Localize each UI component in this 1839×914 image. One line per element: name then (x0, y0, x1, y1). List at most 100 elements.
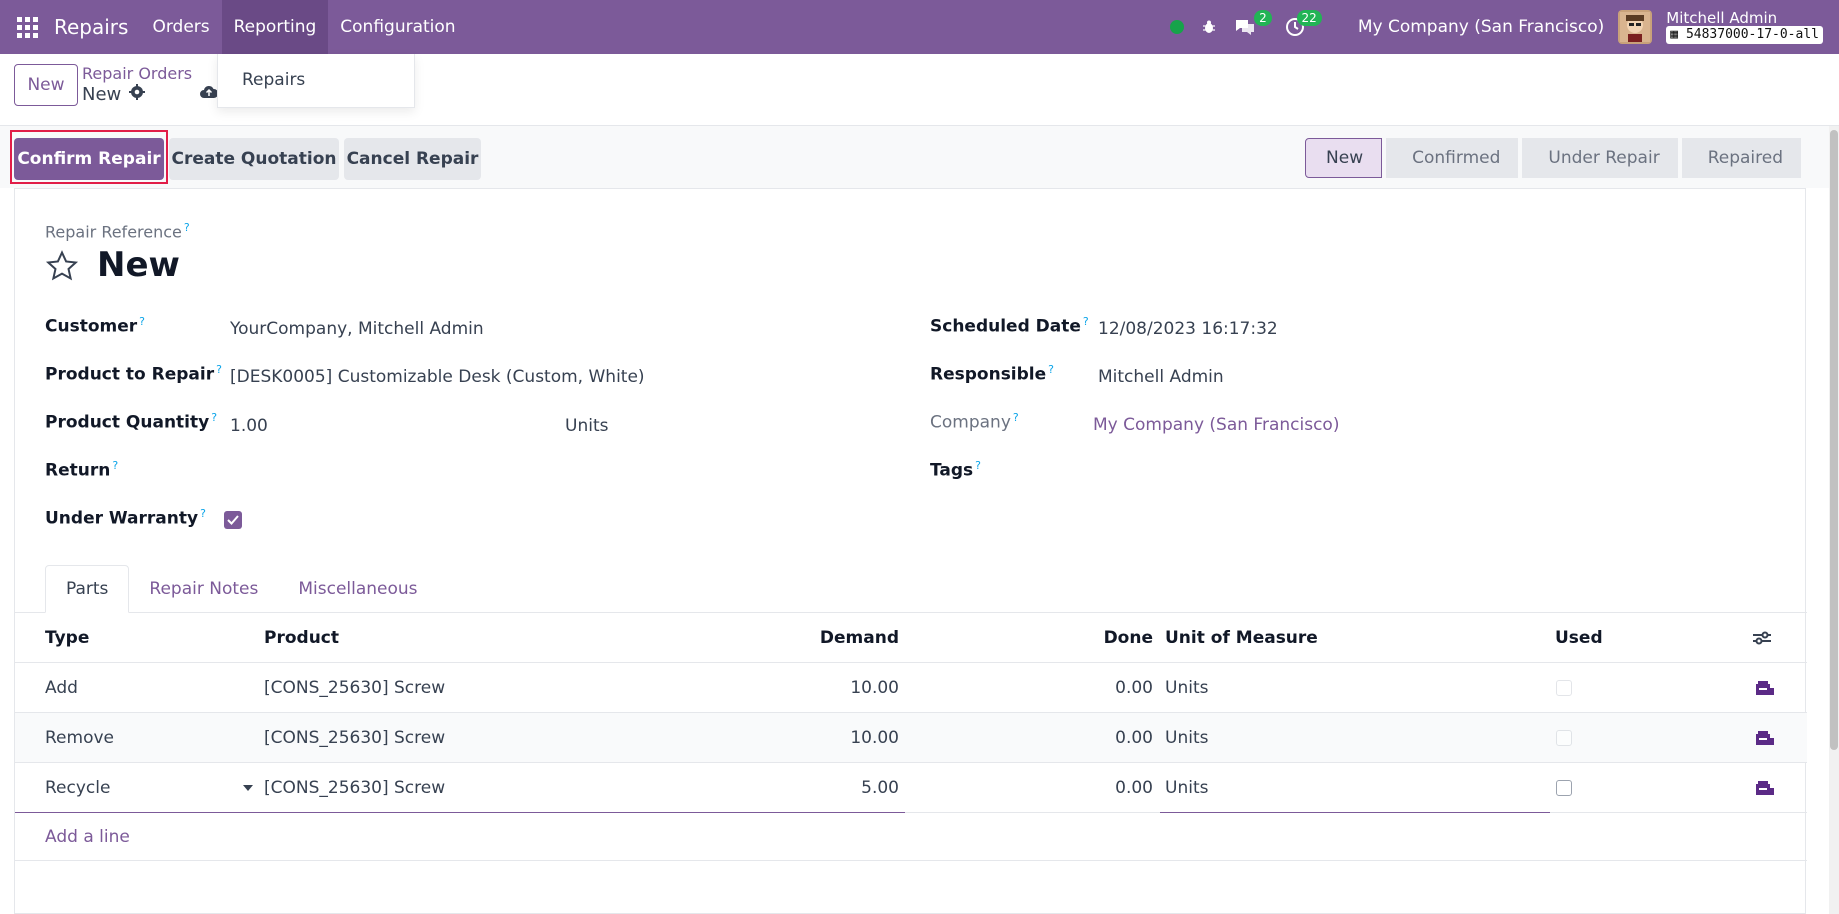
responsible-label-text: Responsible (930, 364, 1047, 385)
chat-icon[interactable]: 2 (1234, 10, 1272, 38)
product-quantity-field[interactable]: 1.00 (230, 416, 268, 436)
forecast-report-icon[interactable] (1755, 713, 1775, 763)
col-type[interactable]: Type (45, 613, 89, 663)
responsible-label: Responsible? (930, 363, 1054, 385)
star-icon[interactable] (45, 249, 79, 283)
help-icon[interactable]: ? (211, 411, 217, 424)
bug-icon[interactable] (1198, 16, 1220, 38)
cell-product[interactable]: [CONS_25630] Screw (264, 713, 445, 763)
help-icon[interactable]: ? (200, 507, 206, 520)
cell-demand[interactable]: 10.00 (615, 663, 899, 713)
user-avatar[interactable] (1618, 10, 1653, 44)
status-repaired[interactable]: Repaired (1681, 138, 1801, 178)
forecast-report-icon[interactable] (1755, 663, 1775, 713)
confirm-repair-button[interactable]: Confirm Repair (14, 138, 164, 180)
table-row[interactable]: Remove [CONS_25630] Screw 10.00 0.00 Uni… (15, 713, 1807, 763)
create-quotation-button[interactable]: Create Quotation (169, 138, 339, 180)
help-icon[interactable]: ? (139, 315, 145, 328)
record-title[interactable]: New (97, 245, 180, 285)
product-quantity-label: Product Quantity? (45, 411, 217, 433)
scrollbar-thumb[interactable] (1830, 130, 1838, 750)
help-icon[interactable]: ? (975, 459, 981, 472)
company-switcher[interactable]: My Company (San Francisco) (1358, 17, 1604, 37)
breadcrumb-repair-orders[interactable]: Repair Orders (82, 64, 192, 83)
activity-clock-icon[interactable]: 22 (1284, 10, 1322, 38)
current-record-name: New (82, 84, 122, 105)
product-to-repair-field[interactable]: [DESK0005] Customizable Desk (Custom, Wh… (230, 367, 645, 387)
optional-columns-icon[interactable] (1752, 613, 1772, 663)
product-to-repair-label: Product to Repair? (45, 363, 222, 385)
under-warranty-checkbox[interactable] (224, 511, 242, 529)
used-checkbox[interactable] (1556, 663, 1572, 713)
col-product[interactable]: Product (264, 613, 339, 663)
cloud-save-icon[interactable] (200, 84, 219, 102)
scheduled-date-field[interactable]: 12/08/2023 16:17:32 (1098, 319, 1278, 339)
forecast-report-icon[interactable] (1755, 763, 1775, 813)
col-done[interactable]: Done (915, 613, 1153, 663)
status-new[interactable]: New (1305, 138, 1383, 178)
cell-product[interactable]: [CONS_25630] Screw (264, 663, 445, 713)
app-brand[interactable]: Repairs (54, 15, 140, 39)
user-info[interactable]: Mitchell Admin ▦ 54837000-17-0-all (1666, 10, 1823, 44)
tags-label-text: Tags (930, 460, 974, 481)
customer-label-text: Customer (45, 316, 138, 337)
new-record-button[interactable]: New (14, 64, 78, 106)
add-line-link[interactable]: Add a line (15, 813, 1807, 861)
help-icon[interactable]: ? (184, 221, 190, 234)
return-label-text: Return (45, 460, 111, 481)
product-quantity-label-text: Product Quantity (45, 412, 210, 433)
cell-uom[interactable]: Units (1165, 713, 1208, 763)
customer-field[interactable]: YourCompany, Mitchell Admin (230, 319, 484, 339)
table-row[interactable]: Add [CONS_25630] Screw 10.00 0.00 Units (15, 663, 1807, 713)
menu-orders[interactable]: Orders (140, 0, 221, 54)
cell-done[interactable]: 0.00 (915, 713, 1153, 763)
help-icon[interactable]: ? (1013, 411, 1019, 424)
cell-done[interactable]: 0.00 (915, 663, 1153, 713)
action-bar: Confirm Repair Create Quotation Cancel R… (0, 126, 1839, 188)
cell-type[interactable]: Remove (45, 713, 114, 763)
tab-repair-notes[interactable]: Repair Notes (129, 565, 278, 613)
table-row-editing[interactable]: Recycle [CONS_25630] Screw 5.00 0.00 Uni… (15, 763, 1807, 813)
company-field[interactable]: My Company (San Francisco) (1093, 415, 1339, 435)
breadcrumb-current: New (82, 84, 146, 105)
activity-badge: 22 (1296, 10, 1322, 26)
database-name-text: 54837000-17-0-all (1685, 27, 1819, 42)
status-confirmed[interactable]: Confirmed (1386, 138, 1519, 178)
apps-menu-icon[interactable] (0, 0, 54, 54)
help-icon[interactable]: ? (112, 459, 118, 472)
col-uom[interactable]: Unit of Measure (1165, 613, 1318, 663)
col-used[interactable]: Used (1555, 613, 1603, 663)
tab-miscellaneous[interactable]: Miscellaneous (278, 565, 437, 613)
customer-label: Customer? (45, 315, 145, 337)
responsible-field[interactable]: Mitchell Admin (1098, 367, 1224, 387)
caret-down-icon[interactable] (243, 763, 253, 813)
status-under-repair[interactable]: Under Repair (1522, 138, 1678, 178)
under-warranty-label: Under Warranty? (45, 507, 206, 529)
menu-reporting[interactable]: Reporting (221, 0, 329, 54)
product-uom-field[interactable]: Units (565, 416, 608, 436)
cell-done[interactable]: 0.00 (915, 763, 1153, 813)
col-demand[interactable]: Demand (615, 613, 899, 663)
help-icon[interactable]: ? (1048, 363, 1054, 376)
repair-reference-label: Repair Reference? (45, 221, 190, 241)
cell-type-select[interactable]: Recycle (45, 763, 110, 813)
dropdown-item-repairs[interactable]: Repairs (242, 70, 390, 90)
used-checkbox[interactable] (1556, 763, 1572, 813)
tab-parts[interactable]: Parts (45, 565, 130, 613)
cell-uom[interactable]: Units (1165, 663, 1208, 713)
cell-demand[interactable]: 10.00 (615, 713, 899, 763)
scheduled-date-label: Scheduled Date? (930, 315, 1089, 337)
help-icon[interactable]: ? (216, 363, 222, 376)
used-checkbox[interactable] (1556, 713, 1572, 763)
cell-demand-input[interactable]: 5.00 (615, 763, 899, 813)
database-name: ▦ 54837000-17-0-all (1666, 26, 1823, 44)
cell-uom-input[interactable]: Units (1165, 763, 1208, 813)
gear-icon[interactable] (129, 84, 146, 105)
cell-product-input[interactable]: [CONS_25630] Screw (264, 763, 445, 813)
cell-type[interactable]: Add (45, 663, 78, 713)
cancel-repair-button[interactable]: Cancel Repair (344, 138, 481, 180)
help-icon[interactable]: ? (1083, 315, 1089, 328)
menu-configuration[interactable]: Configuration (328, 0, 467, 54)
status-bar: New Confirmed Under Repair Repaired (1305, 138, 1805, 180)
scheduled-date-label-text: Scheduled Date (930, 316, 1081, 337)
